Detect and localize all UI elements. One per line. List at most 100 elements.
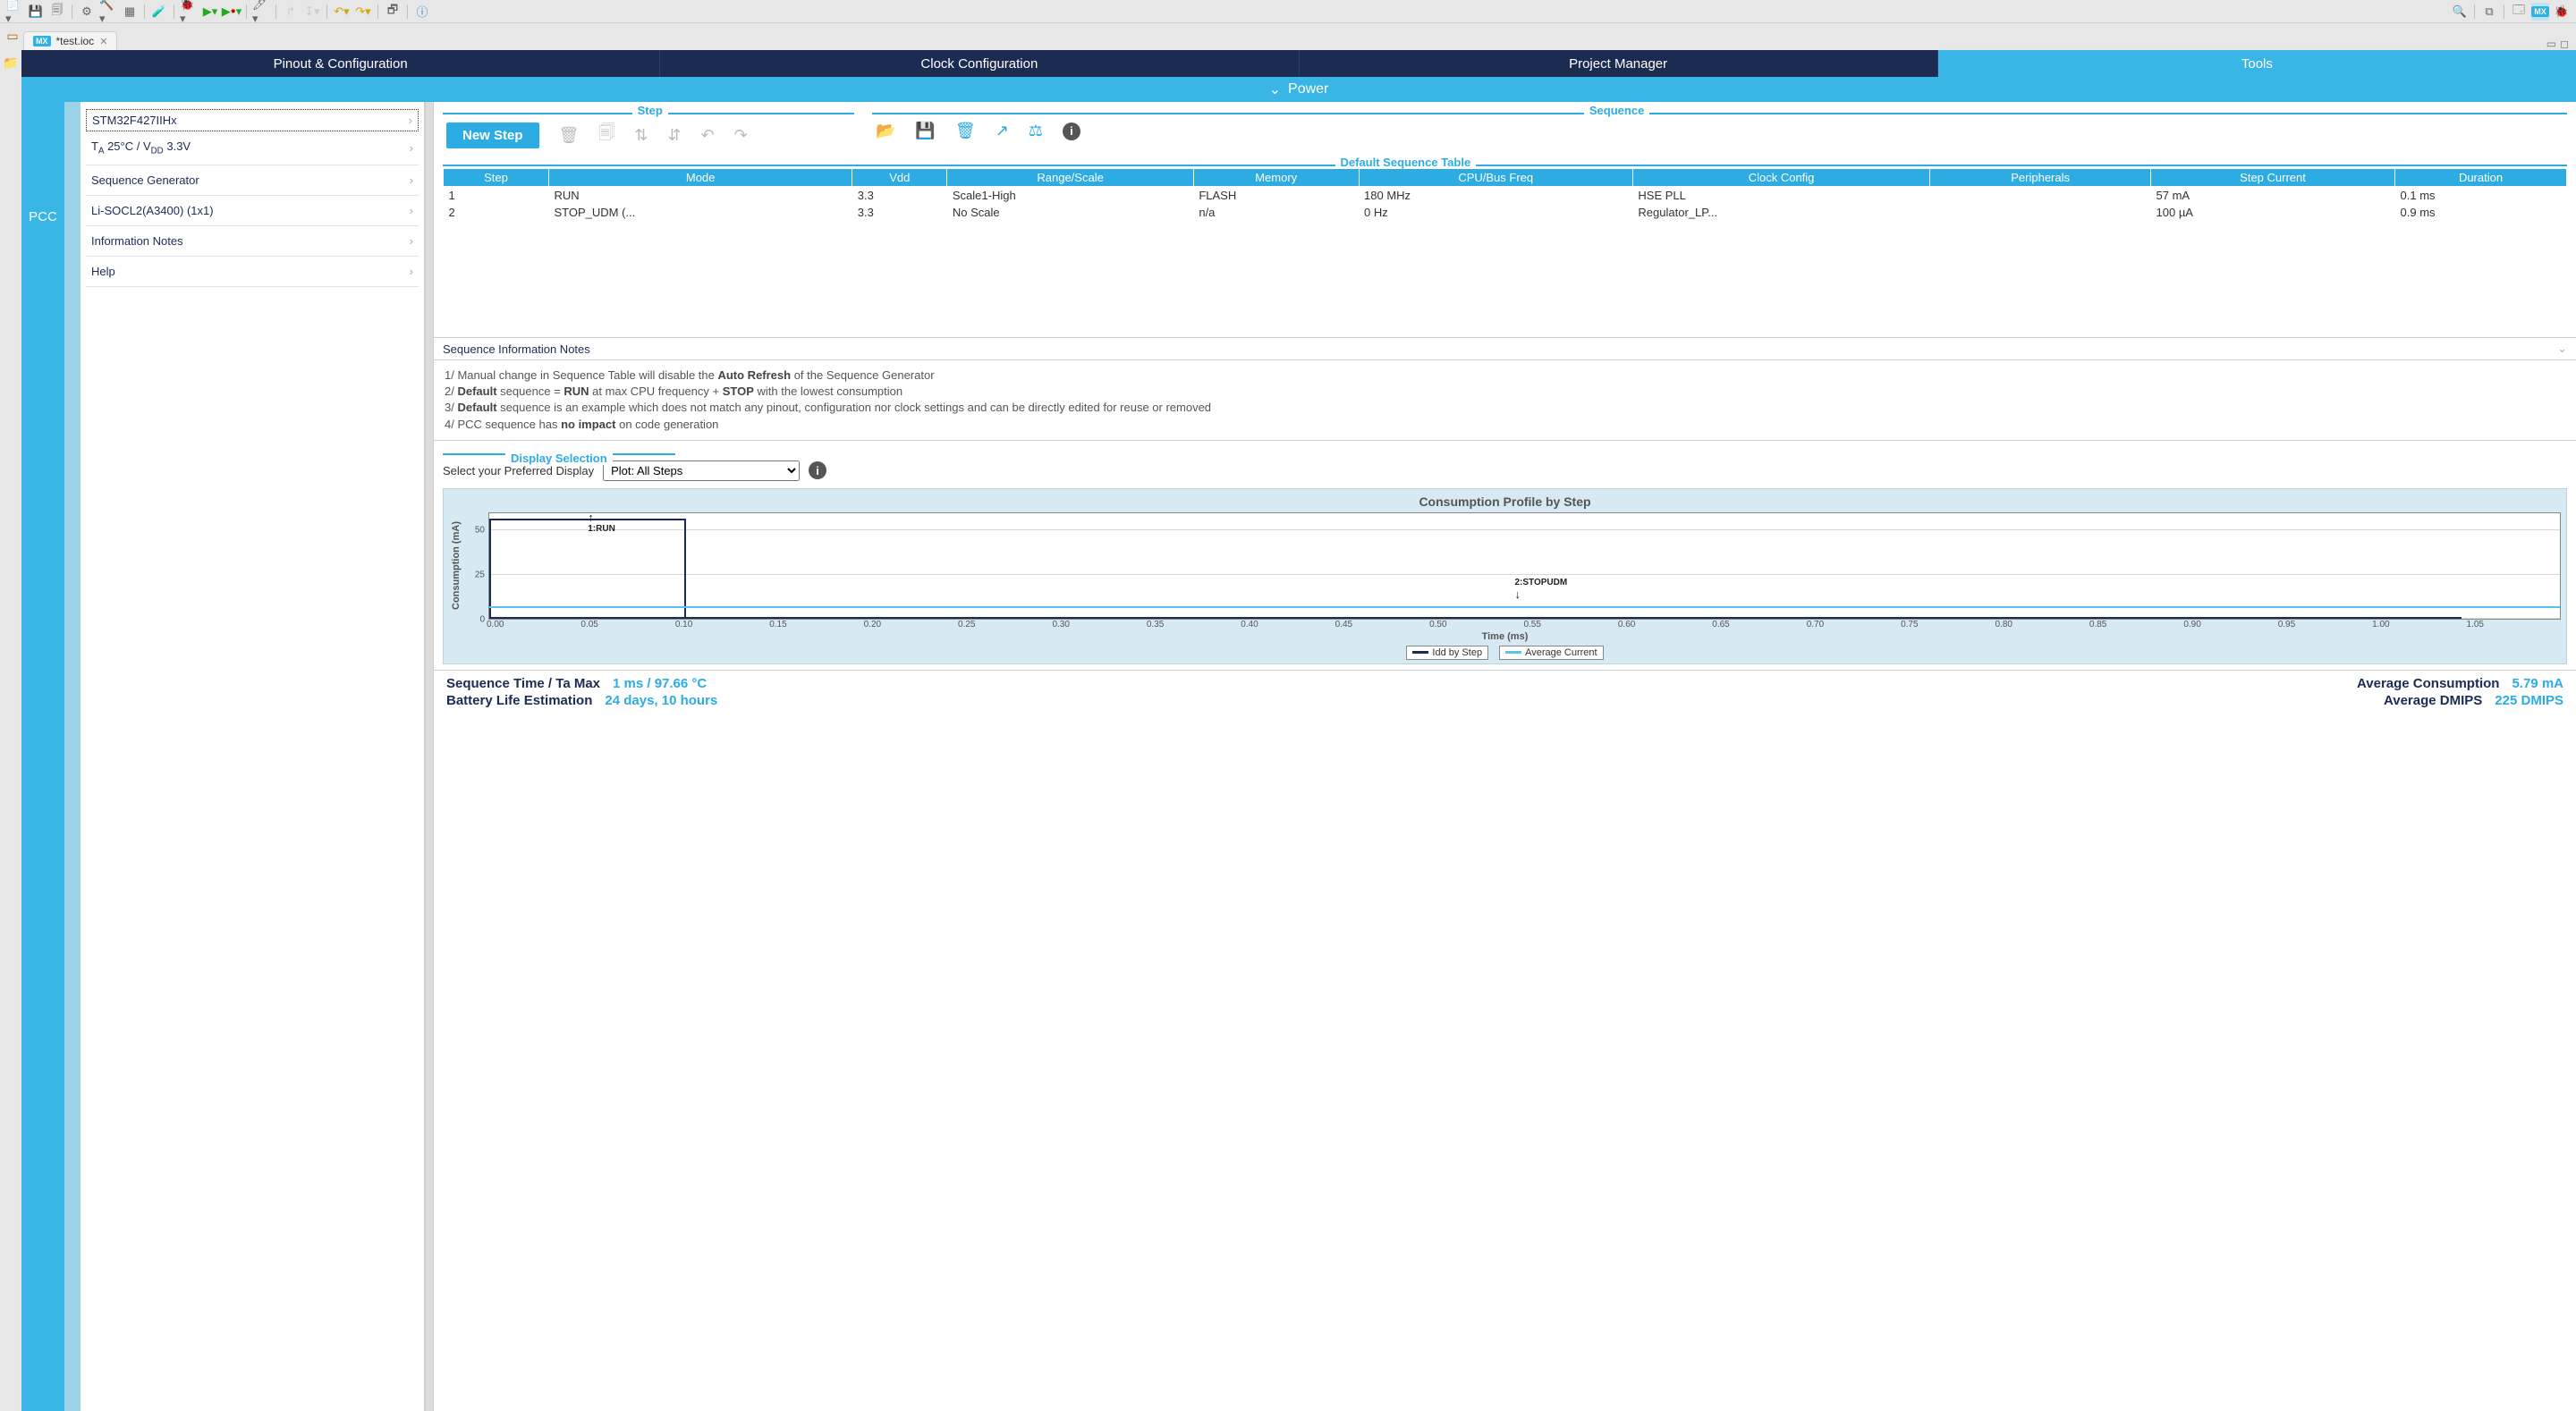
left-item-conditions[interactable]: TA 25°C / VDD 3.3V › <box>86 131 419 165</box>
info-notes-body: 1/ Manual change in Sequence Table will … <box>434 360 2576 441</box>
display-sel-prompt: Select your Preferred Display <box>443 464 594 477</box>
pcc-tab[interactable]: PCC <box>21 102 64 1411</box>
tab-clock[interactable]: Clock Configuration <box>660 50 1299 77</box>
consumption-chart: Consumption Profile by Step Consumption … <box>443 488 2567 664</box>
step-section: Step New Step 🗑 🗐 ⇅ ⇵ ↶ ↷ <box>443 106 854 157</box>
sequence-section-label: Sequence <box>1584 104 1649 117</box>
seq-col-header[interactable]: Memory <box>1193 169 1359 187</box>
delete-seq-icon[interactable]: 🗑 <box>955 122 976 140</box>
move-up-icon[interactable]: ⇅ <box>634 126 648 145</box>
chevron-right-icon: › <box>410 204 413 217</box>
chevron-right-icon: › <box>410 234 413 248</box>
pcc-right-panel: Step New Step 🗑 🗐 ⇅ ⇵ ↶ ↷ S <box>434 102 2576 1411</box>
info-notes-header[interactable]: Sequence Information Notes ⌄ <box>434 337 2576 360</box>
config-nav-tabs: Pinout & Configuration Clock Configurati… <box>21 50 2576 77</box>
power-banner-label: Power <box>1288 81 1328 97</box>
seq-col-header[interactable]: Duration <box>2395 169 2567 187</box>
close-icon[interactable]: ✕ <box>99 36 107 47</box>
side-icon-column: 📁 <box>0 50 21 1411</box>
project-explorer-icon[interactable]: 📁 <box>3 55 18 71</box>
chart-legend: Idd by Step Average Current <box>449 644 2561 662</box>
chart-title: Consumption Profile by Step <box>449 493 2561 512</box>
editor-tab[interactable]: MX *test.ioc ✕ <box>23 31 117 50</box>
open-seq-icon[interactable]: 📂 <box>876 122 895 140</box>
chart-plot-area: ↑1:RUN2:STOPUDM↓ <box>488 512 2561 620</box>
left-item-help[interactable]: Help › <box>86 257 419 287</box>
persp-mx-icon[interactable]: MX <box>2531 3 2549 21</box>
duplicate-step-icon[interactable]: 🗐 <box>598 122 614 148</box>
seq-table-label: Default Sequence Table <box>1335 156 1477 169</box>
fwd-icon[interactable]: ↷▾ <box>354 3 372 21</box>
hammer-icon[interactable]: 🔨▾ <box>99 3 117 21</box>
step-section-label: Step <box>632 104 668 117</box>
tab-tools[interactable]: Tools <box>1938 50 2576 77</box>
seq-col-header[interactable]: Vdd <box>852 169 947 187</box>
seq-col-header[interactable]: Range/Scale <box>947 169 1193 187</box>
persp-debug-icon[interactable]: 🐞 <box>2553 3 2571 21</box>
mx-badge-icon: MX <box>33 36 51 46</box>
tab-pinout[interactable]: Pinout & Configuration <box>21 50 660 77</box>
move-down-icon[interactable]: ⇵ <box>667 126 681 145</box>
info-icon[interactable]: ⓘ <box>413 3 431 21</box>
search-icon[interactable]: 🔍 <box>2451 3 2469 21</box>
chevron-down-icon: ⌄ <box>2557 342 2567 356</box>
undo-icon[interactable]: ↶ <box>701 126 715 145</box>
seq-col-header[interactable]: Peripherals <box>1930 169 2151 187</box>
chevron-right-icon: › <box>409 114 412 127</box>
table-row[interactable]: 2STOP_UDM (...3.3No Scalen/a0 HzRegulato… <box>444 204 2567 221</box>
table-row[interactable]: 1RUN3.3Scale1-HighFLASH180 MHzHSE PLL57 … <box>444 187 2567 205</box>
export-seq-icon[interactable]: ↗ <box>996 122 1009 140</box>
left-item-battery[interactable]: Li-SOCL2(A3400) (1x1) › <box>86 196 419 226</box>
chip-icon[interactable]: ▦ <box>121 3 139 21</box>
left-item-device[interactable]: STM32F427IIHx › <box>86 109 419 131</box>
perspective-icon[interactable]: 🗗 <box>384 3 402 21</box>
new-step-button[interactable]: New Step <box>446 123 539 148</box>
sequence-section: Sequence 📂 💾 🗑 ↗ ⚖ i <box>872 106 2567 149</box>
display-sel-label: Display Selection <box>505 452 613 465</box>
save-icon[interactable]: 💾 <box>27 3 45 21</box>
restore-icon[interactable]: ▭ <box>6 29 18 44</box>
minimize-icon[interactable]: ▭ <box>2546 38 2556 50</box>
chevron-right-icon: › <box>410 141 413 155</box>
new-icon[interactable]: 📄▾ <box>5 3 23 21</box>
redo-icon[interactable]: ↷ <box>734 126 748 145</box>
runconfig-icon[interactable]: ▶●▾ <box>223 3 241 21</box>
gear-icon[interactable]: ⚙ <box>78 3 96 21</box>
chevron-right-icon: › <box>410 173 413 187</box>
run-icon[interactable]: ▶▾ <box>201 3 219 21</box>
stepin-icon[interactable]: ↧▾ <box>303 3 321 21</box>
pcc-left-panel: STM32F427IIHx › TA 25°C / VDD 3.3V › Seq… <box>80 102 425 1411</box>
chart-xlabel: Time (ms) <box>449 629 2561 644</box>
debug-icon[interactable]: 🐞▾ <box>180 3 198 21</box>
wand-icon[interactable]: 🖊▾ <box>252 3 270 21</box>
save-seq-icon[interactable]: 💾 <box>915 122 935 140</box>
seq-col-header[interactable]: Mode <box>549 169 852 187</box>
back-icon[interactable]: ↶▾ <box>333 3 351 21</box>
compare-icon[interactable]: ⚖ <box>1029 122 1043 140</box>
left-item-sequence-generator[interactable]: Sequence Generator › <box>86 165 419 196</box>
persp-cc-icon[interactable]: 🗔 <box>2510 3 2528 21</box>
pcc-col-spacer <box>64 102 80 1411</box>
chevron-right-icon: › <box>410 265 413 278</box>
seq-col-header[interactable]: CPU/Bus Freq <box>1359 169 1632 187</box>
power-banner[interactable]: ⌄ Power <box>21 77 2576 102</box>
delete-step-icon[interactable]: 🗑 <box>559 126 580 145</box>
footer-stats: Sequence Time / Ta Max1 ms / 97.66 °C Ba… <box>434 670 2576 715</box>
seq-col-header[interactable]: Clock Config <box>1632 169 1929 187</box>
seq-col-header[interactable]: Step Current <box>2151 169 2395 187</box>
left-item-info-notes[interactable]: Information Notes › <box>86 226 419 257</box>
info-icon[interactable]: i <box>1063 123 1080 140</box>
stepout-icon[interactable]: ↱ <box>282 3 300 21</box>
open-persp-icon[interactable]: ⧉ <box>2480 3 2498 21</box>
maximize-icon[interactable]: ◻ <box>2560 38 2569 50</box>
seq-col-header[interactable]: Step <box>444 169 549 187</box>
tab-project-manager[interactable]: Project Manager <box>1300 50 1938 77</box>
save-all-icon[interactable]: 🗐 <box>48 3 66 21</box>
chevron-down-icon: ⌄ <box>1269 80 1281 98</box>
sequence-table[interactable]: StepModeVddRange/ScaleMemoryCPU/Bus Freq… <box>443 168 2567 221</box>
display-select[interactable]: Plot: All Steps <box>603 460 800 481</box>
info-icon[interactable]: i <box>809 461 826 479</box>
top-toolbar: 📄▾ 💾 🗐 ⚙ 🔨▾ ▦ 🧪 🐞▾ ▶▾ ▶●▾ 🖊▾ ↱ ↧▾ ↶▾ ↷▾ … <box>0 0 2576 23</box>
flask-icon[interactable]: 🧪 <box>150 3 168 21</box>
splitter[interactable] <box>425 102 434 1411</box>
